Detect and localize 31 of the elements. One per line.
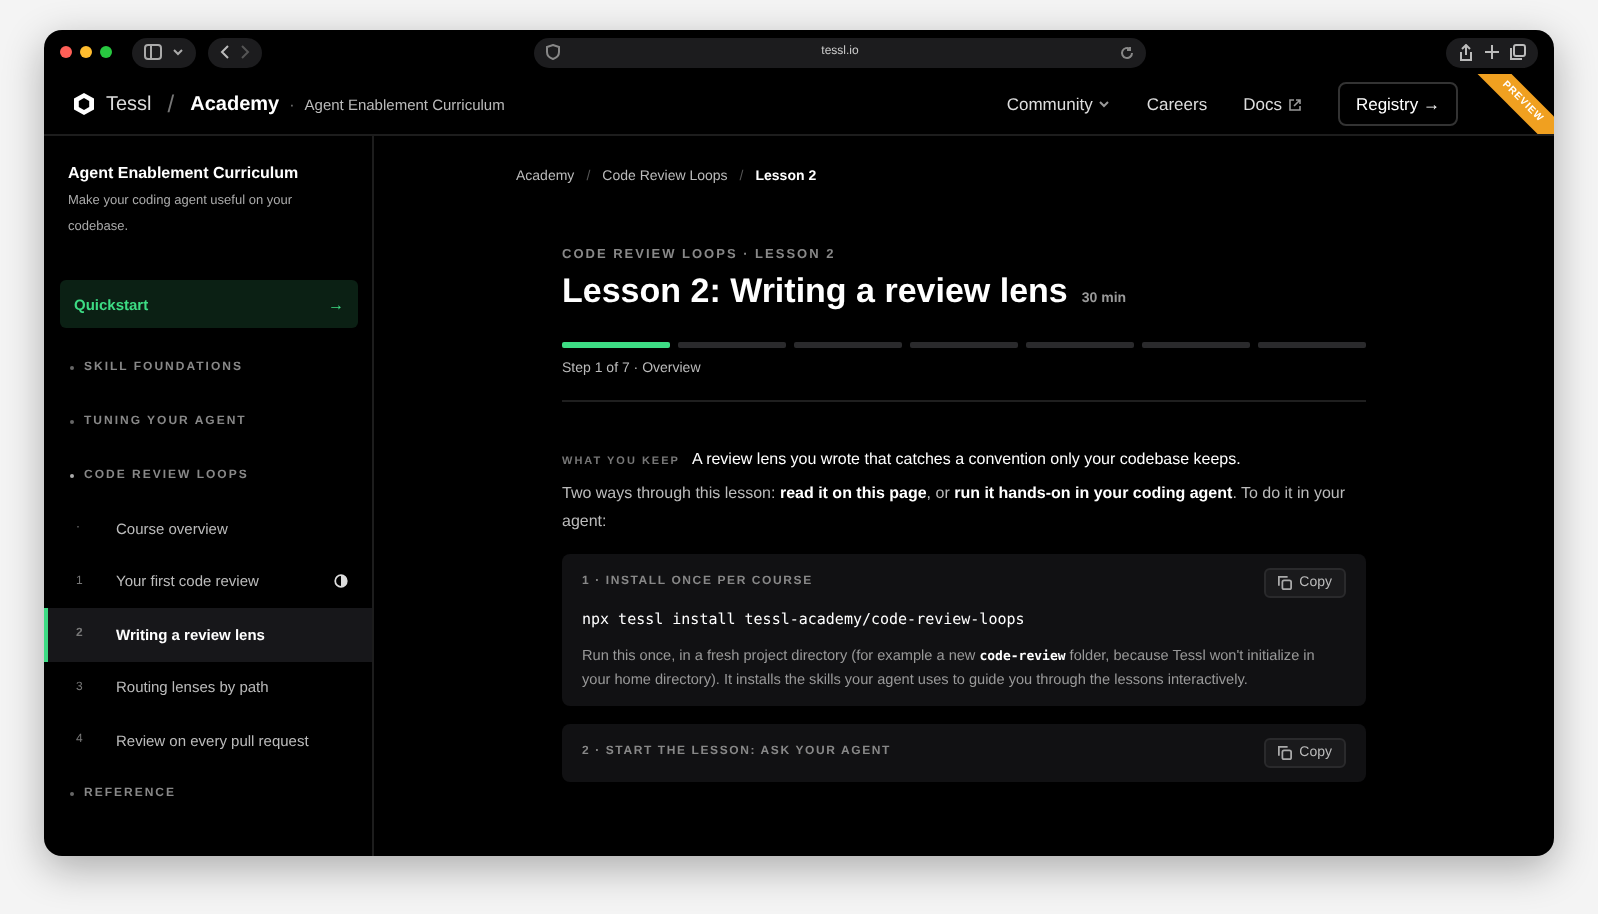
reload-icon[interactable]	[1120, 45, 1134, 59]
separator-slash: /	[167, 90, 175, 118]
plus-icon[interactable]	[1484, 44, 1500, 60]
arrow-icon: →	[328, 295, 344, 313]
tabs-icon[interactable]	[1510, 44, 1526, 60]
sidebar-icon	[144, 44, 162, 60]
chevron-down-icon	[1098, 100, 1111, 108]
chevron-down-icon	[172, 48, 184, 56]
keep-text: A review lens you wrote that catches a convention only your codebase keeps.	[691, 449, 1241, 467]
close-icon[interactable]	[60, 46, 72, 58]
history-buttons[interactable]	[208, 37, 262, 67]
share-icon[interactable]	[1458, 43, 1474, 61]
nav-link[interactable]: Docs	[1243, 94, 1282, 114]
shield-icon	[546, 44, 560, 60]
intro-paragraph: Two ways through this lesson: read it on this page, or run it hands-on in your coding agent. To do it in your agent:	[562, 481, 1348, 534]
sidebar-menu-button[interactable]	[132, 37, 196, 67]
sidebar-title: Agent Enablement Curriculum	[66, 164, 301, 182]
copy-icon	[1277, 575, 1292, 589]
back-icon[interactable]	[220, 44, 230, 60]
lesson-title: Lesson 2: Writing a review lens	[562, 272, 1068, 312]
external-link-icon	[1287, 97, 1302, 111]
maximize-icon[interactable]	[100, 46, 112, 58]
separator-dot: ·	[289, 95, 295, 113]
section-name[interactable]: Academy	[190, 93, 280, 115]
nav-link[interactable]: Careers	[1146, 94, 1208, 114]
nav-link[interactable]: Community	[1006, 94, 1093, 114]
brand-name[interactable]: Tessl	[106, 93, 152, 115]
copy-icon	[1277, 745, 1292, 759]
minimize-icon[interactable]	[80, 46, 92, 58]
registry-button[interactable]: Registry →	[1337, 82, 1458, 126]
logo-icon[interactable]	[72, 92, 96, 116]
